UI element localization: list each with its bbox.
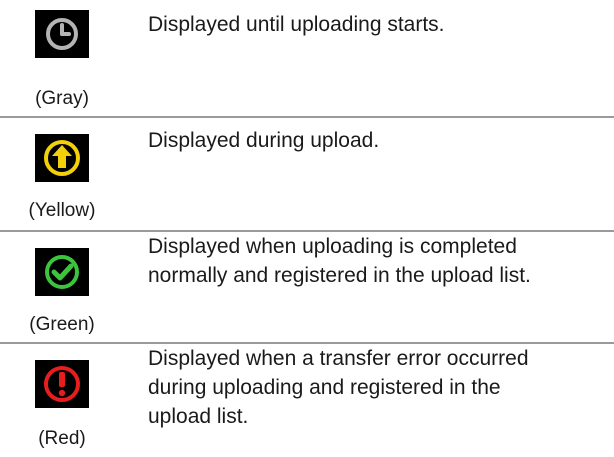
checkmark-icon: [35, 248, 89, 296]
status-row-red: (Red) Displayed when a transfer error oc…: [0, 344, 614, 457]
description-line: Displayed when uploading is completed: [148, 235, 517, 258]
description: Displayed during upload.: [148, 126, 608, 155]
status-icon-table: (Gray) Displayed until uploading starts.…: [0, 0, 614, 457]
description-line: during uploading and registered in the: [148, 376, 501, 399]
status-row-gray: (Gray) Displayed until uploading starts.: [0, 0, 614, 116]
icon-cell: (Yellow): [0, 118, 134, 230]
color-label: (Yellow): [28, 200, 96, 221]
description-line: upload list.: [148, 405, 249, 428]
status-row-green: (Green) Displayed when uploading is comp…: [0, 232, 614, 342]
color-label: (Green): [29, 314, 95, 335]
color-label: (Red): [38, 428, 86, 449]
clock-icon: [35, 10, 89, 58]
color-label: (Gray): [35, 88, 89, 109]
icon-cell: (Gray): [0, 0, 134, 116]
description-line: Displayed until uploading starts.: [148, 13, 445, 36]
description-line: Displayed when a transfer error occurred: [148, 347, 529, 370]
description: Displayed until uploading starts.: [148, 10, 608, 39]
icon-cell: (Red): [0, 344, 134, 457]
exclamation-icon: [35, 360, 89, 408]
status-row-yellow: (Yellow) Displayed during upload.: [0, 118, 614, 230]
description-line: normally and registered in the upload li…: [148, 264, 531, 287]
description-line: Displayed during upload.: [148, 129, 380, 152]
description: Displayed when a transfer error occurred…: [148, 344, 608, 431]
icon-cell: (Green): [0, 232, 134, 342]
upload-arrow-icon: [35, 134, 89, 182]
description: Displayed when uploading is completed no…: [148, 232, 608, 290]
